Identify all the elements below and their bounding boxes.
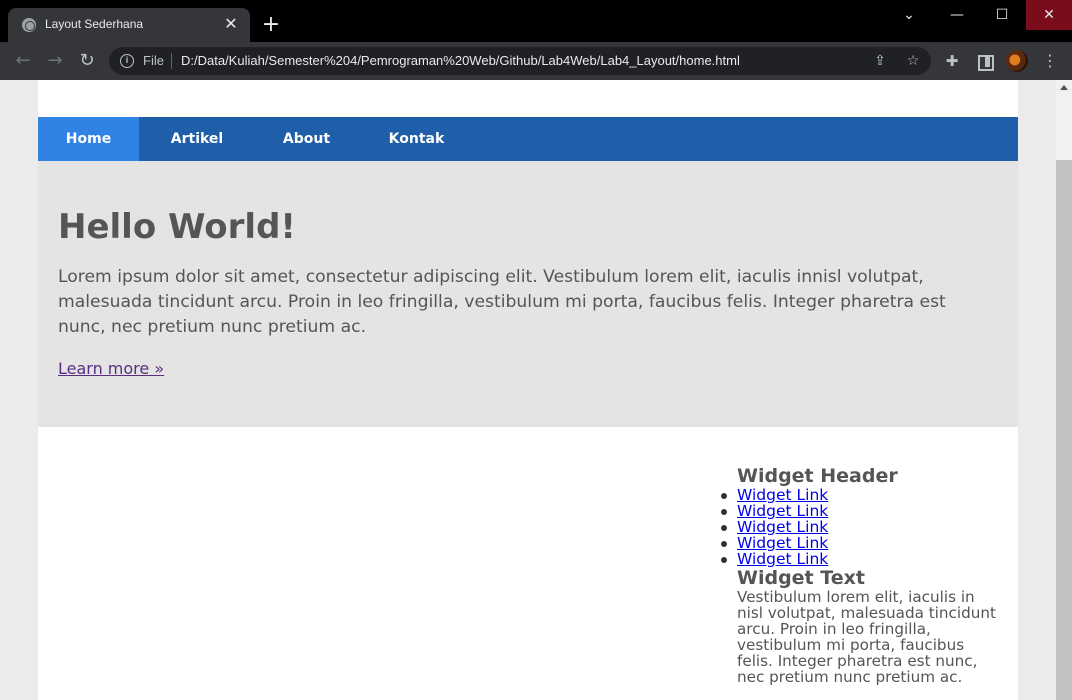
widget-link-list: Widget Link Widget Link Widget Link Widg… <box>721 487 997 568</box>
hero-title: Hello World! <box>58 207 296 247</box>
side-panel-icon[interactable] <box>974 51 994 71</box>
reload-icon[interactable]: ↻ <box>75 49 99 73</box>
hero-section: Hello World! Lorem ipsum dolor sit amet,… <box>38 161 1018 427</box>
page-viewport: Home Artikel About Kontak Hello World! L… <box>0 80 1056 700</box>
tab-strip: Layout Sederhana ✕ + ⌄ — ☐ ✕ <box>0 0 1072 42</box>
maximize-icon[interactable]: ☐ <box>979 0 1025 30</box>
chevron-down-icon[interactable]: ⌄ <box>886 0 932 30</box>
widget-header: Widget Header <box>737 465 898 487</box>
list-item: Widget Link <box>721 503 997 519</box>
plus-icon[interactable]: + <box>260 14 282 36</box>
url-text[interactable]: D:/Data/Kuliah/Semester%204/Pemrograman%… <box>181 53 740 68</box>
address-bar[interactable]: i File D:/Data/Kuliah/Semester%204/Pemro… <box>109 47 931 75</box>
info-icon[interactable]: i <box>120 54 134 68</box>
globe-icon <box>22 18 36 32</box>
vertical-scrollbar[interactable] <box>1056 80 1072 700</box>
share-icon[interactable]: ⇪ <box>871 52 889 70</box>
forward-icon[interactable]: → <box>43 49 67 73</box>
divider <box>171 53 172 69</box>
learn-more-link[interactable]: Learn more » <box>58 359 164 378</box>
list-item: Widget Link <box>721 535 997 551</box>
avatar[interactable] <box>1006 50 1028 72</box>
list-item: Widget Link <box>721 519 997 535</box>
browser-tab[interactable]: Layout Sederhana ✕ <box>8 8 250 42</box>
scroll-up-icon[interactable] <box>1060 85 1068 90</box>
browser-toolbar: ← → ↻ i File D:/Data/Kuliah/Semester%204… <box>0 42 1072 80</box>
nav-artikel[interactable]: Artikel <box>139 117 255 161</box>
page-container: Home Artikel About Kontak Hello World! L… <box>38 80 1018 700</box>
list-item: Widget Link <box>721 550 997 568</box>
sidebar: Widget Header Widget Link Widget Link Wi… <box>721 465 997 686</box>
widget-link[interactable]: Widget Link <box>737 550 828 568</box>
scroll-thumb[interactable] <box>1056 160 1072 700</box>
list-item: Widget Link <box>721 487 997 503</box>
back-icon[interactable]: ← <box>11 49 35 73</box>
url-scheme: File <box>143 53 164 68</box>
page-header <box>38 80 1018 117</box>
nav-about[interactable]: About <box>255 117 358 161</box>
hero-text: Lorem ipsum dolor sit amet, consectetur … <box>58 267 946 337</box>
close-window-icon[interactable]: ✕ <box>1026 0 1072 30</box>
nav-kontak[interactable]: Kontak <box>358 117 475 161</box>
menu-icon[interactable]: ⋮ <box>1040 51 1060 71</box>
minimize-icon[interactable]: — <box>934 0 980 30</box>
widget-text-title: Widget Text <box>737 567 865 589</box>
tab-title: Layout Sederhana <box>45 17 144 31</box>
nav-home[interactable]: Home <box>38 117 139 161</box>
extensions-icon[interactable]: ✚ <box>942 51 962 71</box>
close-icon[interactable]: ✕ <box>222 15 240 33</box>
widget-text: Vestibulum lorem elit, iaculis in nisl v… <box>737 588 996 686</box>
star-icon[interactable]: ☆ <box>904 52 922 70</box>
main-nav: Home Artikel About Kontak <box>38 117 1018 161</box>
